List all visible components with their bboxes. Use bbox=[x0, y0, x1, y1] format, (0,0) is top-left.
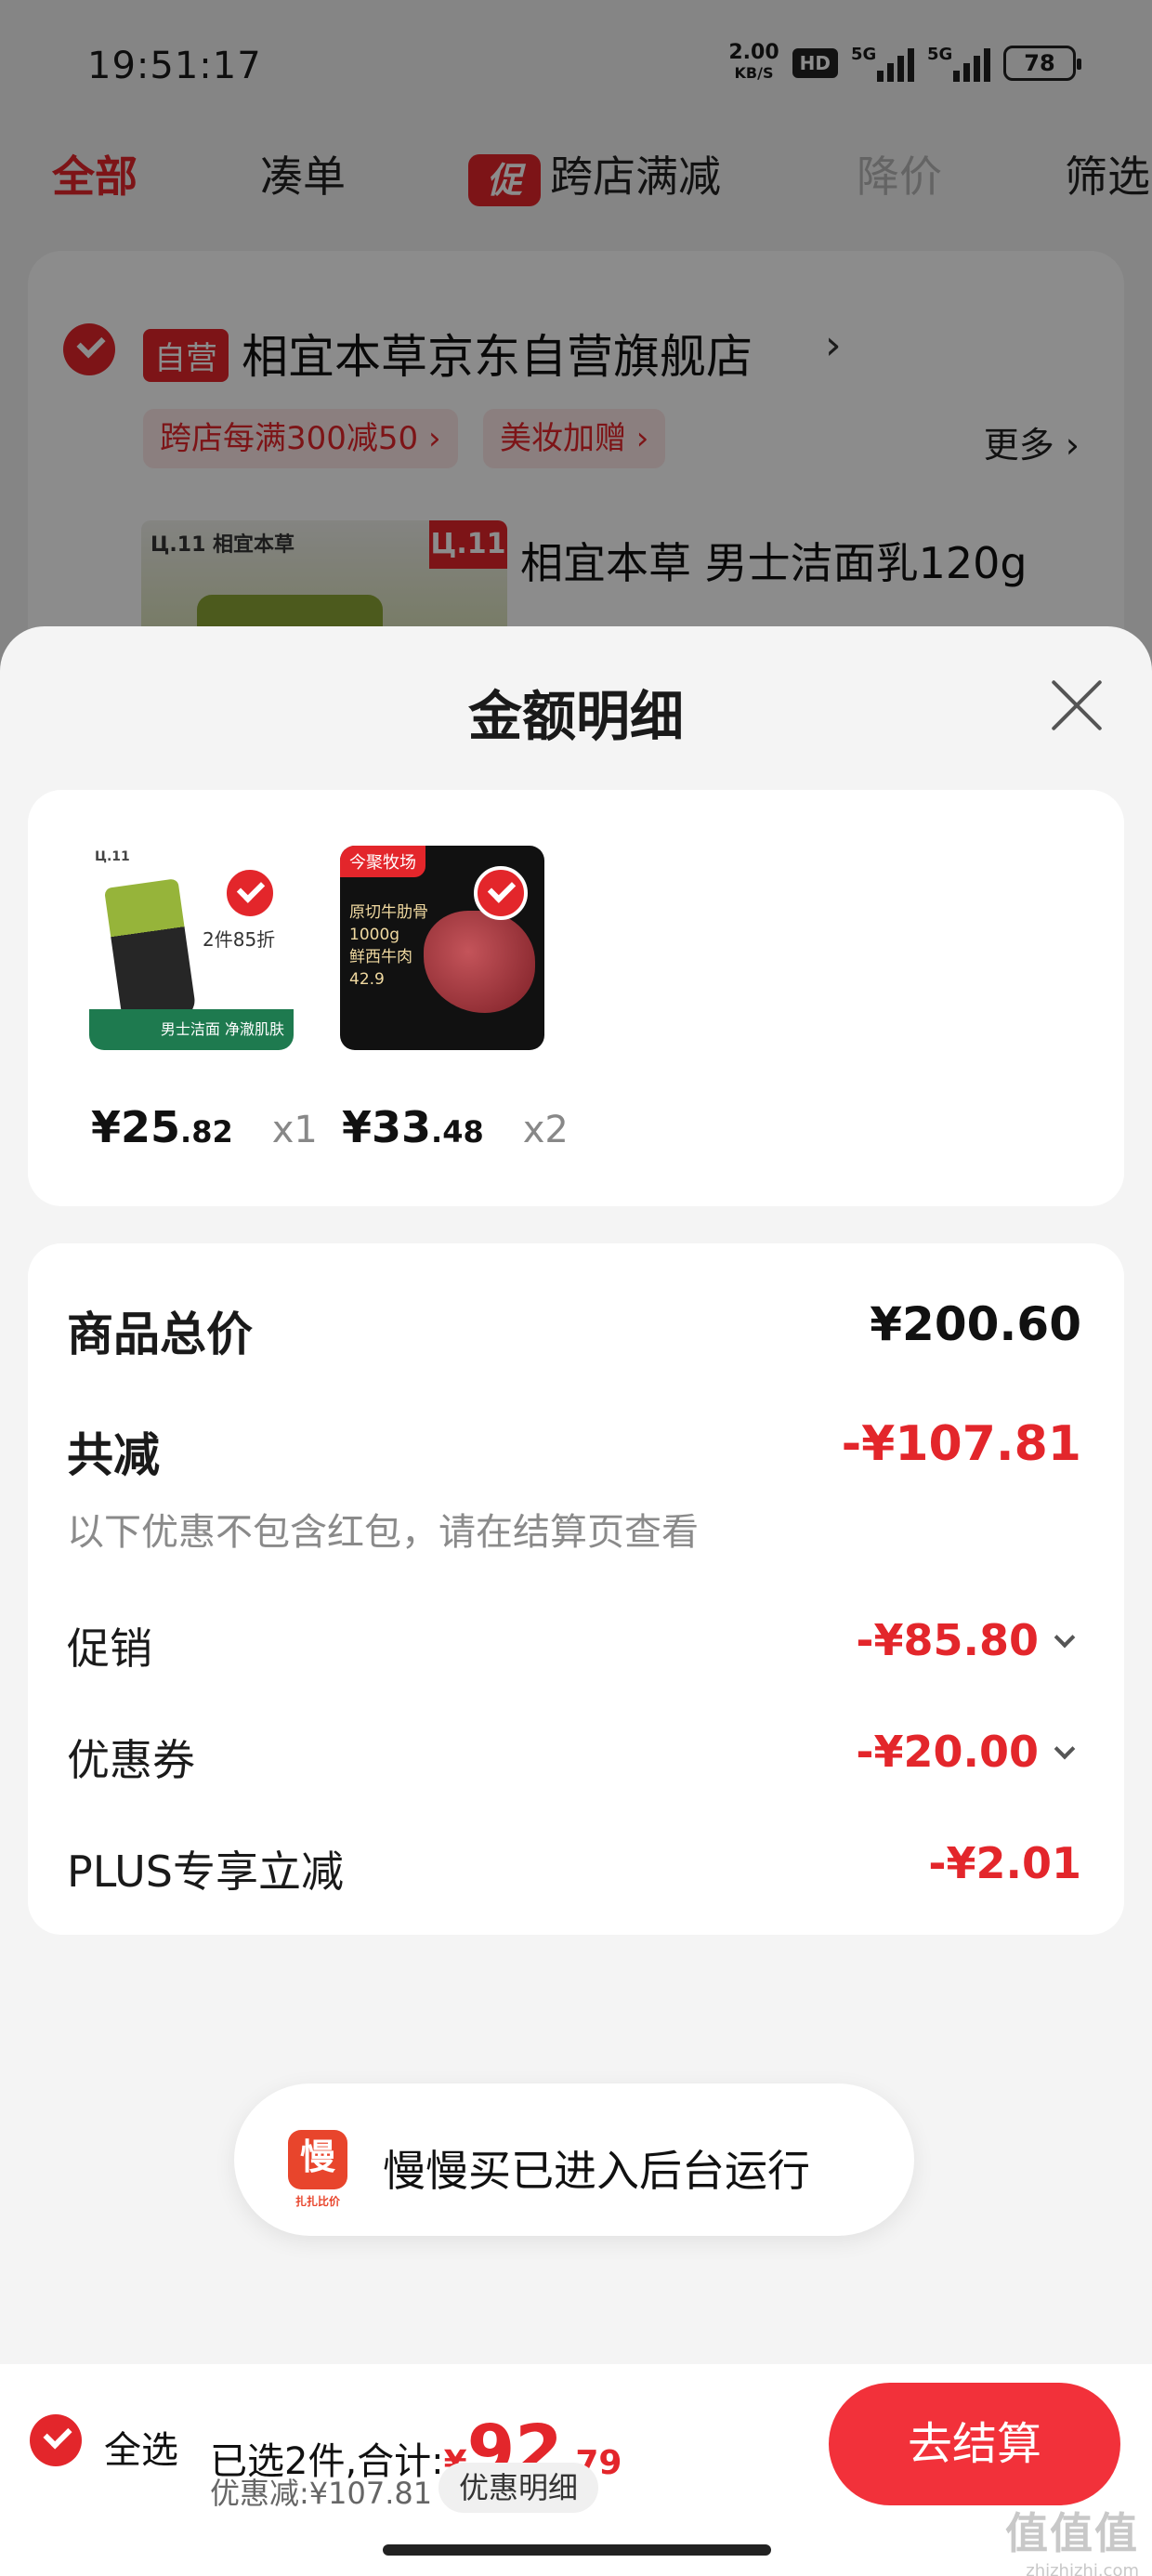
item-image-band: 男士洁面 净澈肌肤 bbox=[89, 1009, 294, 1050]
cleanser-tube-image bbox=[103, 878, 198, 1027]
discount-detail-button[interactable]: 优惠明细 bbox=[439, 2463, 599, 2513]
item-image-tag: 男士洁面 净澈肌肤 bbox=[160, 1020, 284, 1038]
app-icon-char: 慢 bbox=[299, 2136, 335, 2177]
promo-label: 促销 bbox=[67, 1623, 152, 1674]
reduction-note: 以下优惠不包含红包，请在结算页查看 bbox=[67, 1511, 699, 1554]
item-price-int: ¥33 bbox=[342, 1102, 432, 1152]
beef-image bbox=[424, 911, 535, 1013]
selected-item[interactable]: Ц.11 2件85折 男士洁面 净澈肌肤 ¥25.82 x1 bbox=[89, 846, 318, 1152]
home-indicator[interactable] bbox=[383, 2544, 771, 2556]
item-image: Ц.11 2件85折 男士洁面 净澈肌肤 bbox=[89, 846, 294, 1050]
toast-message: 慢慢买已进入后台运行 bbox=[383, 2146, 810, 2196]
checkout-button[interactable]: 去结算 bbox=[829, 2383, 1120, 2505]
item-qty: x2 bbox=[522, 1109, 569, 1151]
total-reduction-value: -¥107.81 bbox=[841, 1416, 1081, 1472]
price-summary-card: 商品总价 ¥200.60 共减 -¥107.81 以下优惠不包含红包，请在结算页… bbox=[28, 1243, 1124, 1935]
item-check-icon[interactable] bbox=[223, 866, 277, 920]
discount-summary: 优惠减:¥107.81 bbox=[210, 2476, 433, 2511]
item-price: ¥33.48 x2 bbox=[342, 1102, 569, 1152]
select-all-check-icon[interactable] bbox=[30, 2414, 82, 2466]
watermark-site: zhizhizhi.com bbox=[1026, 2561, 1139, 2576]
sheet-title: 金额明细 bbox=[467, 685, 684, 748]
item-image-header: Ц.11 bbox=[95, 849, 130, 864]
chevron-down-icon[interactable] bbox=[1054, 1738, 1076, 1760]
watermark-logo: 值值值 zhizhizhi.com bbox=[1005, 2500, 1139, 2576]
selected-item[interactable]: 今聚牧场 原切牛肋骨 1000g 鲜西牛肉 42.9 ¥33.48 x2 bbox=[340, 846, 569, 1152]
item-image: 今聚牧场 原切牛肋骨 1000g 鲜西牛肉 42.9 bbox=[340, 846, 544, 1050]
select-all-label[interactable]: 全选 bbox=[104, 2420, 178, 2474]
plus-discount-value: -¥2.01 bbox=[928, 1838, 1081, 1888]
item-price-dec: .48 bbox=[431, 1114, 484, 1150]
coupon-value: -¥20.00 bbox=[856, 1727, 1039, 1777]
total-price-value: ¥200.60 bbox=[870, 1297, 1081, 1351]
plus-discount-label: PLUS专享立减 bbox=[67, 1847, 344, 1897]
amount-detail-sheet: 金额明细 Ц.11 2件85折 男士洁面 净澈肌肤 ¥25.82 x1 今聚牧场 … bbox=[0, 626, 1152, 2364]
item-qty: x1 bbox=[271, 1109, 318, 1151]
coupon-label: 优惠券 bbox=[67, 1735, 195, 1785]
app-icon: 慢扎扎比价 bbox=[288, 2130, 347, 2208]
item-price-dec: .82 bbox=[180, 1114, 233, 1150]
item-image-label: 2件85折 bbox=[203, 928, 276, 951]
promo-value: -¥85.80 bbox=[856, 1615, 1039, 1665]
selected-items-card: Ц.11 2件85折 男士洁面 净澈肌肤 ¥25.82 x1 今聚牧场 原切牛肋骨… bbox=[28, 790, 1124, 1206]
item-image-brand: 今聚牧场 bbox=[340, 846, 425, 877]
item-price-int: ¥25 bbox=[91, 1102, 181, 1152]
app-icon-caption: 扎扎比价 bbox=[295, 2195, 340, 2208]
close-icon[interactable] bbox=[1050, 678, 1104, 732]
chevron-down-icon[interactable] bbox=[1054, 1626, 1076, 1649]
watermark-text: 值值值 bbox=[1005, 2508, 1139, 2558]
total-reduction-label: 共减 bbox=[67, 1428, 160, 1482]
item-check-icon[interactable] bbox=[474, 866, 528, 920]
item-image-text: 原切牛肋骨 1000g 鲜西牛肉 42.9 bbox=[349, 903, 428, 989]
total-price-label: 商品总价 bbox=[67, 1308, 253, 1361]
item-price: ¥25.82 x1 bbox=[91, 1102, 318, 1152]
background-toast: 慢扎扎比价 慢慢买已进入后台运行 bbox=[234, 2083, 914, 2236]
